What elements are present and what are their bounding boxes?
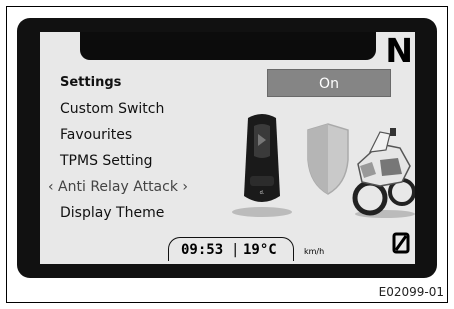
status-separator: | <box>231 242 240 258</box>
menu-item-favourites[interactable]: Favourites <box>60 128 132 142</box>
motorcycle-icon <box>352 128 415 218</box>
clock-temp-pill: 09:53 | 19°C <box>168 237 294 261</box>
svg-text:d.: d. <box>260 190 265 196</box>
anti-relay-toggle[interactable]: On <box>267 69 391 97</box>
top-status-bar <box>80 32 376 60</box>
menu-item-custom-switch[interactable]: Custom Switch <box>60 102 164 116</box>
key-fob-icon: d. <box>232 114 292 217</box>
menu-item-display-theme[interactable]: Display Theme <box>60 206 164 220</box>
menu-item-tpms-setting[interactable]: TPMS Setting <box>60 154 153 168</box>
ambient-temperature: 19°C <box>243 242 277 258</box>
figure-code: E02099-01 <box>378 285 444 299</box>
speed-unit: km/h <box>304 247 325 256</box>
dashboard-screen: N Settings Custom Switch Favourites TPMS… <box>40 32 415 264</box>
zero-slash-icon <box>392 232 410 254</box>
clock-time: 09:53 <box>181 242 224 258</box>
menu-item-anti-relay-attack[interactable]: ‹ Anti Relay Attack › <box>48 180 188 194</box>
status-bar: 09:53 | 19°C km/h <box>168 237 348 262</box>
gear-indicator: N <box>385 32 413 70</box>
shield-icon <box>307 123 349 195</box>
anti-relay-illustration: d. <box>232 114 415 218</box>
menu-title: Settings <box>60 75 122 90</box>
